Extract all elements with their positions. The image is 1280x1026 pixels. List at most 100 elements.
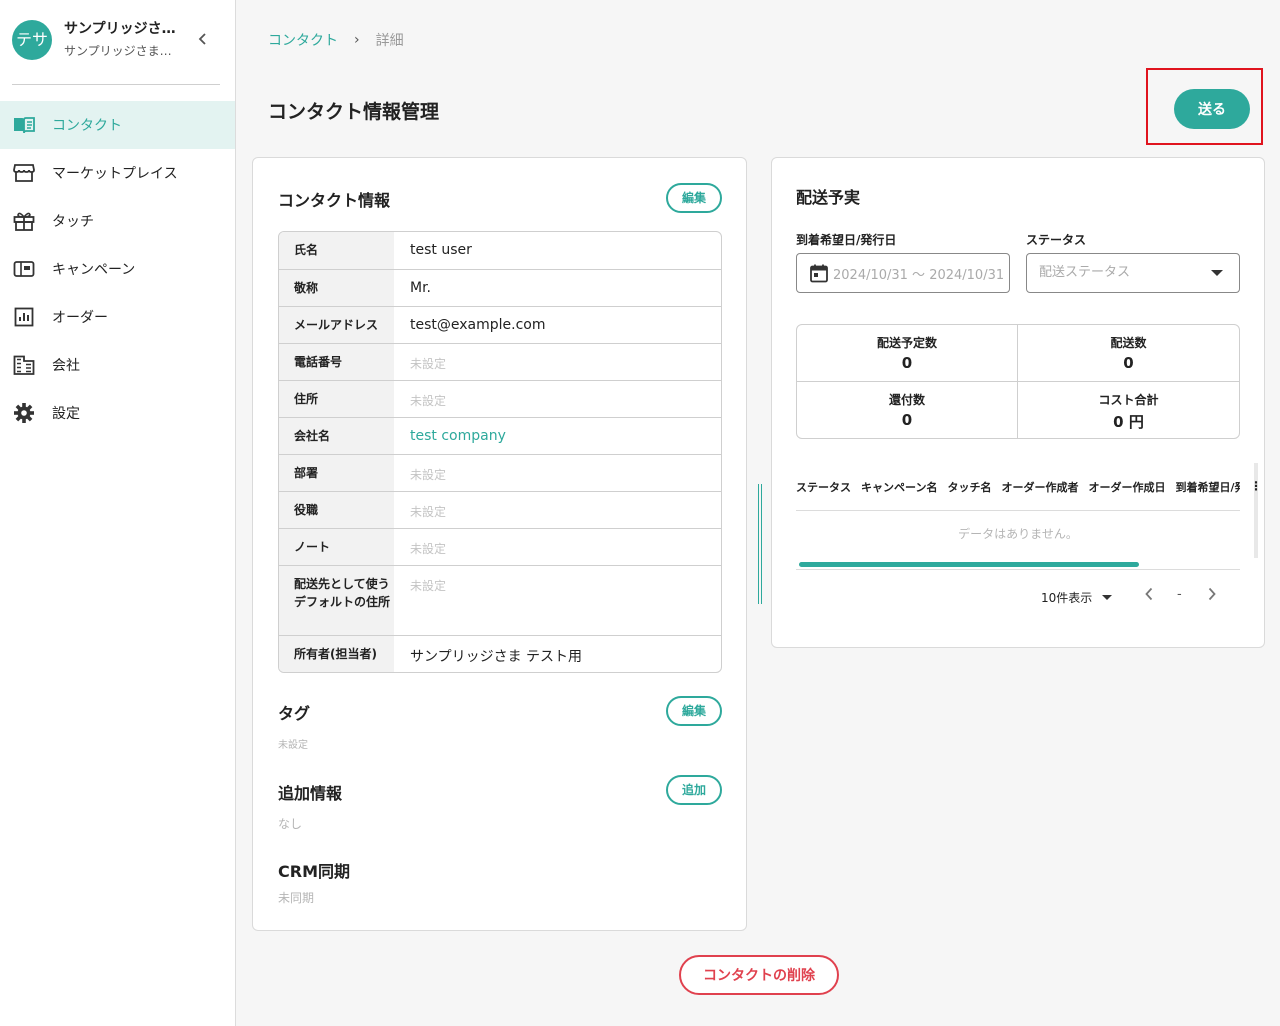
account-switcher[interactable]: テサ サンプリッジさまテスト用 サンプリッジさまテスト用 <box>12 18 222 64</box>
account-name: サンプリッジさまテスト用 <box>64 21 184 37</box>
rows-per-page-value: 10件表示 <box>1041 591 1093 605</box>
caret-down-icon <box>1211 270 1223 276</box>
next-page-button[interactable] <box>1207 586 1217 605</box>
row-label: 電話番号 <box>279 344 394 380</box>
table-row: メールアドレス test@example.com <box>279 306 721 343</box>
store-icon <box>12 161 36 185</box>
delete-contact-button[interactable]: コンタクトの削除 <box>679 955 839 995</box>
company-link[interactable]: test company <box>394 418 721 454</box>
extra-info-value: なし <box>278 817 303 831</box>
building-icon <box>12 353 36 377</box>
breadcrumb-current: 詳細 <box>375 33 404 49</box>
row-value: 未設定 <box>410 468 447 482</box>
gift-icon <box>12 209 36 233</box>
sidebar-item-label: タッチ <box>52 214 94 230</box>
row-label: 会社名 <box>279 418 394 454</box>
send-button[interactable]: 送る <box>1174 89 1250 129</box>
stat-value: 0 <box>901 354 913 372</box>
stat-value: 0 <box>901 410 913 429</box>
contact-card: コンタクト情報 編集 氏名 test user 敬称 Mr. メールアドレス t… <box>252 157 747 931</box>
sidebar-divider <box>12 84 220 85</box>
rows-per-page-select[interactable]: 10件表示 <box>1041 589 1113 606</box>
send-button-highlight: 送る <box>1146 68 1263 145</box>
column-header[interactable]: タッチ名 <box>947 479 991 495</box>
sidebar-item-label: 会社 <box>52 358 80 374</box>
contact-edit-button[interactable]: 編集 <box>666 183 722 213</box>
row-label: メールアドレス <box>279 307 394 343</box>
sidebar-item-campaign[interactable]: キャンペーン <box>0 245 235 293</box>
table-row: 氏名 test user <box>279 232 721 269</box>
mailbox-icon <box>12 257 36 281</box>
row-label: 住所 <box>279 381 394 417</box>
more-vertical-icon[interactable]: ⋮ <box>1250 479 1262 493</box>
delivery-table-header: ステータス キャンペーン名 タッチ名 オーダー作成者 オーダー作成日 到着希望日… <box>796 479 1240 495</box>
sidebar-item-label: コンタクト <box>52 118 122 134</box>
sidebar-item-label: オーダー <box>52 310 108 326</box>
avatar: テサ <box>12 20 52 60</box>
row-value: 未設定 <box>410 542 447 556</box>
table-row: ノート 未設定 <box>279 528 721 565</box>
table-row: 敬称 Mr. <box>279 269 721 306</box>
tags-value: 未設定 <box>278 740 308 751</box>
delivery-title: 配送予実 <box>796 188 861 207</box>
extra-info-add-button[interactable]: 追加 <box>666 775 722 805</box>
sidebar-item-order[interactable]: オーダー <box>0 293 235 341</box>
calendar-icon <box>809 263 829 283</box>
row-label: 部署 <box>279 455 394 491</box>
tags-edit-button[interactable]: 編集 <box>666 696 722 726</box>
panel-resize-handle[interactable] <box>758 484 762 604</box>
scroll-track <box>796 569 1240 570</box>
table-edge-shadow <box>1254 463 1258 558</box>
column-header[interactable]: 到着希望日/発行日 <box>1175 479 1240 495</box>
stat-refunded: 還付数 0 <box>797 381 1018 438</box>
row-label: 所有者(担当者) <box>279 636 394 672</box>
crm-sync-title: CRM同期 <box>278 862 350 881</box>
column-header[interactable]: オーダー作成者 <box>1001 479 1078 495</box>
chevron-left-icon[interactable] <box>198 30 208 49</box>
row-label: 氏名 <box>279 232 394 269</box>
status-select[interactable]: 配送ステータス <box>1026 253 1240 293</box>
sidebar-item-company[interactable]: 会社 <box>0 341 235 389</box>
tags-title: タグ <box>278 704 311 723</box>
stat-cost-total: コスト合計 0 円 <box>1018 382 1239 439</box>
row-value: 未設定 <box>410 357 447 371</box>
stat-delivered: 配送数 0 <box>1018 325 1239 382</box>
caret-down-icon <box>1102 595 1113 600</box>
sidebar-nav: コンタクト マーケットプレイス タッチ キャンペーン オーダー 会社 設定 <box>0 101 235 437</box>
column-header[interactable]: ステータス <box>796 479 851 495</box>
row-label: 配送先として使うデフォルトの住所 <box>279 566 394 635</box>
sidebar-item-touch[interactable]: タッチ <box>0 197 235 245</box>
sidebar-item-contact[interactable]: コンタクト <box>0 101 235 149</box>
delivery-stats: 配送予定数 0 配送数 0 還付数 0 コスト合計 0 円 <box>796 324 1240 439</box>
row-value: 未設定 <box>410 579 447 593</box>
table-row: 部署 未設定 <box>279 454 721 491</box>
contact-info-table: 氏名 test user 敬称 Mr. メールアドレス test@example… <box>278 231 722 673</box>
date-range-input[interactable]: 2024/10/31 〜 2024/10/31 <box>796 253 1010 293</box>
gear-icon <box>12 401 36 425</box>
chevron-right-icon: › <box>354 32 360 48</box>
extra-info-title: 追加情報 <box>278 784 343 803</box>
crm-sync-value: 未同期 <box>278 891 315 905</box>
column-header[interactable]: キャンペーン名 <box>861 479 937 495</box>
status-placeholder: 配送ステータス <box>1039 265 1131 280</box>
table-row: 会社名 test company <box>279 417 721 454</box>
breadcrumb-contact-link[interactable]: コンタクト <box>268 30 338 50</box>
bar-chart-icon <box>12 305 36 329</box>
sidebar-item-settings[interactable]: 設定 <box>0 389 235 437</box>
horizontal-scrollbar[interactable] <box>799 562 1139 567</box>
row-label: ノート <box>279 529 394 565</box>
table-header-divider <box>796 510 1240 511</box>
account-subtitle: サンプリッジさまテスト用 <box>64 44 176 58</box>
stat-planned: 配送予定数 0 <box>797 325 1018 382</box>
page-indicator: - <box>1177 587 1182 602</box>
prev-page-button[interactable] <box>1144 586 1154 605</box>
stat-label: 還付数 <box>888 392 925 407</box>
breadcrumb: コンタクト › 詳細 <box>268 30 404 50</box>
stat-label: 配送予定数 <box>876 336 937 350</box>
sidebar-item-label: キャンペーン <box>52 262 136 278</box>
row-value: test@example.com <box>410 317 546 333</box>
sidebar: テサ サンプリッジさまテスト用 サンプリッジさまテスト用 コンタクト マーケット… <box>0 0 236 1026</box>
sidebar-item-marketplace[interactable]: マーケットプレイス <box>0 149 235 197</box>
column-header[interactable]: オーダー作成日 <box>1088 479 1165 495</box>
stat-label: 配送数 <box>1110 336 1147 350</box>
